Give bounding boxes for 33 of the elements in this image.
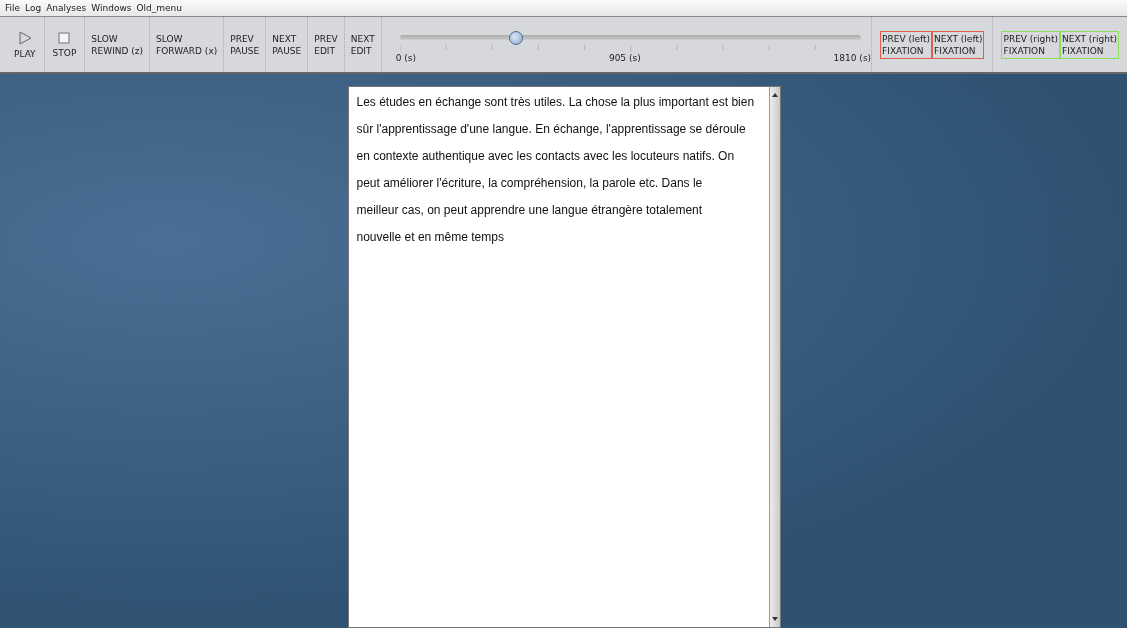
toolbar-button[interactable]: SLOW FORWARD (x)	[150, 17, 225, 72]
toolbar-button[interactable]: SLOW REWIND (z)	[85, 17, 151, 72]
text-line: en contexte authentique avec les contacts avec les locuteurs natifs. On	[356, 148, 736, 165]
toolbar-button[interactable]: PREV EDIT	[308, 17, 345, 72]
toolbar-button[interactable]: PREV PAUSE	[224, 17, 267, 72]
text-line: meilleur cas, on peut apprendre une langue étrangère totalement	[356, 202, 704, 219]
time-label: 905 (s)	[608, 52, 641, 63]
menu-item[interactable]: Log	[25, 3, 42, 13]
text-line: sûr l'apprentissage d'une langue. En échange, l'apprentissage se déroule	[356, 121, 747, 138]
text-line: Les études en échange sont très utiles. La chose la plus important est bien	[356, 94, 756, 111]
text-line: peut améliorer l'écriture, la compréhension, la parole etc. Dans le	[356, 175, 704, 192]
scrollbar[interactable]	[768, 87, 780, 627]
down-arrow-icon[interactable]	[770, 615, 779, 623]
slider-thumb[interactable]	[509, 30, 524, 45]
stop-icon	[58, 31, 71, 44]
fixation-button[interactable]: PREV (right) FIXATION	[1001, 30, 1061, 59]
fixation-button[interactable]: NEXT (left) FIXATION	[932, 30, 985, 59]
time-label: 0 (s)	[395, 52, 416, 63]
toolbar-button[interactable]: NEXT EDIT	[344, 17, 382, 72]
text-editor[interactable]	[347, 86, 781, 628]
time-label: 1810 (s)	[833, 52, 872, 63]
stop-button[interactable]: STOP	[44, 17, 86, 72]
up-arrow-icon[interactable]	[770, 91, 779, 99]
fixation-button[interactable]: NEXT (right) FIXATION	[1060, 30, 1119, 59]
menu-item[interactable]: Old_menu	[136, 3, 182, 13]
menu-item[interactable]: File	[5, 3, 21, 13]
toolbar-button[interactable]: NEXT PAUSE	[266, 17, 309, 72]
play-icon	[17, 30, 32, 45]
play-button[interactable]: PLAY	[6, 17, 45, 72]
menu-item[interactable]: Analyses	[46, 3, 87, 13]
fixation-button[interactable]: PREV (left) FIXATION	[880, 30, 933, 59]
menu-item[interactable]: Windows	[91, 3, 132, 13]
text-line: nouvelle et en même temps	[356, 229, 505, 246]
